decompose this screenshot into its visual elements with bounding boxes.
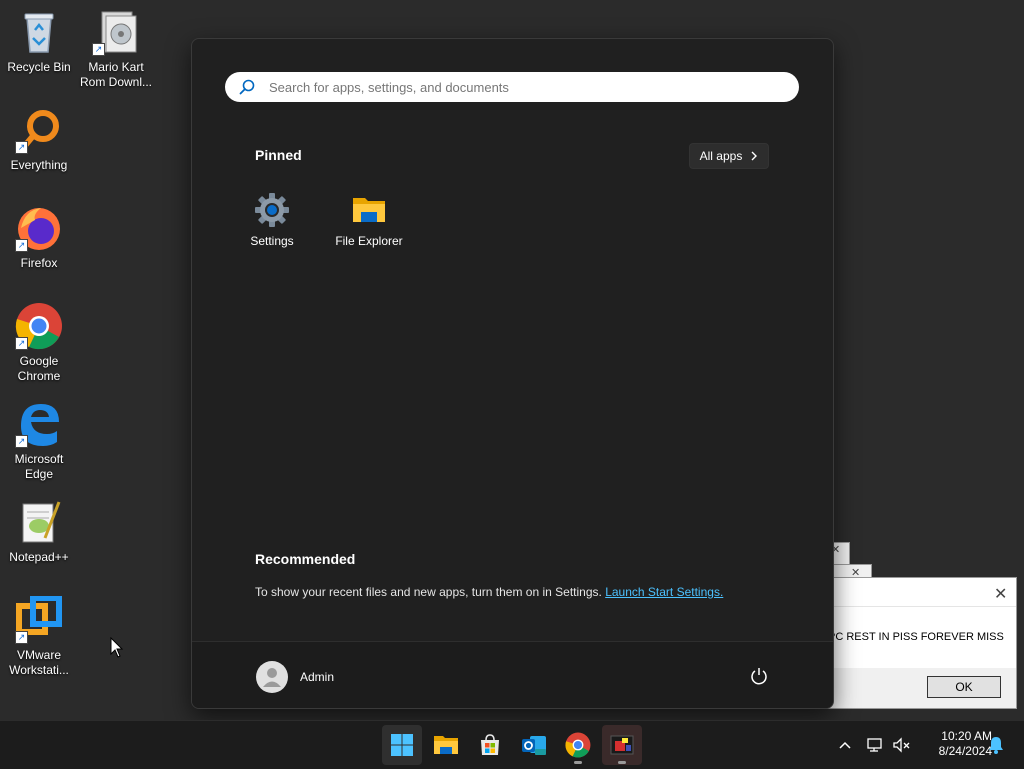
chevron-right-icon	[751, 151, 758, 161]
firefox-icon: ↗	[15, 204, 63, 252]
desktop-icon-mario-kart[interactable]: ↗ Mario Kart Rom Downl...	[78, 8, 154, 90]
installer-icon: ↗	[92, 8, 140, 56]
edge-icon: ↗	[15, 400, 63, 448]
power-icon[interactable]	[750, 667, 768, 685]
volume-button[interactable]	[892, 735, 912, 755]
desktop-icon-label: Notepad++	[9, 550, 69, 564]
taskbar-malware-app[interactable]	[602, 725, 642, 765]
launch-start-settings-link[interactable]: Launch Start Settings.	[605, 585, 723, 599]
desktop-icon-notepadpp[interactable]: Notepad++	[1, 498, 77, 565]
recommended-text: To show your recent files and new apps, …	[255, 585, 602, 599]
pinned-app-file-explorer[interactable]: File Explorer	[324, 192, 414, 248]
file-explorer-icon	[434, 736, 458, 754]
running-indicator	[618, 761, 626, 764]
taskbar-chrome[interactable]	[558, 725, 598, 765]
desktop-icon-label: Recycle Bin	[7, 60, 71, 74]
search-icon	[239, 79, 255, 95]
clock-time: 10:20 AM	[941, 729, 992, 743]
taskbar: 10:20 AM 8/24/2024	[0, 720, 1024, 769]
search-box[interactable]	[225, 72, 799, 102]
clock[interactable]: 10:20 AM 8/24/2024	[918, 729, 992, 759]
clock-date: 8/24/2024	[938, 744, 992, 758]
network-icon	[867, 738, 882, 752]
malware-app-icon	[610, 735, 634, 755]
shortcut-arrow-icon: ↗	[92, 43, 105, 56]
all-apps-label: All apps	[699, 149, 743, 163]
notepadpp-icon	[15, 498, 63, 546]
user-bar: Admin	[192, 641, 833, 708]
shortcut-arrow-icon: ↗	[15, 239, 28, 252]
desktop-icon-label: VMware Workstati...	[9, 648, 69, 677]
desktop-icon-label: Everything	[10, 158, 68, 172]
shortcut-arrow-icon: ↗	[15, 337, 28, 350]
folder-icon	[353, 198, 385, 222]
microsoft-store-icon	[481, 734, 499, 755]
running-indicator	[574, 761, 582, 764]
recycle-bin-icon	[15, 8, 63, 56]
network-status-button[interactable]	[866, 735, 886, 755]
desktop-icon-label: Google Chrome	[17, 354, 61, 383]
dialog-close-button[interactable]: ✕	[994, 584, 1007, 604]
pinned-app-settings[interactable]: Settings	[227, 192, 317, 248]
desktop-icon-chrome[interactable]: ↗ Google Chrome	[1, 302, 77, 384]
volume-muted-icon	[893, 737, 910, 753]
desktop-icon-label: Mario Kart Rom Downl...	[79, 60, 153, 89]
show-hidden-icons-button[interactable]	[835, 735, 855, 755]
shortcut-arrow-icon: ↗	[15, 435, 28, 448]
dialog-message: PC REST IN PISS FOREVER MISS	[828, 631, 1004, 643]
bell-icon	[989, 737, 1003, 754]
recommended-message: To show your recent files and new apps, …	[255, 585, 723, 599]
chrome-icon: ↗	[15, 302, 63, 350]
pinned-title: Pinned	[255, 147, 302, 163]
start-menu: Pinned All apps Settings	[191, 38, 834, 709]
avatar[interactable]	[256, 661, 288, 693]
vmware-icon: ↗	[15, 595, 63, 644]
chevron-up-icon	[839, 741, 851, 749]
outlook-icon	[522, 736, 546, 755]
pinned-app-label: Settings	[250, 234, 294, 248]
shortcut-arrow-icon: ↗	[15, 631, 28, 644]
start-icon	[391, 734, 413, 756]
gear-icon	[255, 193, 289, 227]
user-name[interactable]: Admin	[300, 670, 334, 684]
magnifier-icon: ↗	[15, 106, 63, 154]
desktop-icon-recycle-bin[interactable]: Recycle Bin	[1, 8, 77, 75]
all-apps-button[interactable]: All apps	[689, 143, 769, 169]
ok-button[interactable]: OK	[927, 676, 1001, 698]
start-button[interactable]	[382, 725, 422, 765]
taskbar-microsoft-store[interactable]	[470, 725, 510, 765]
pinned-app-label: File Explorer	[335, 234, 403, 248]
taskbar-file-explorer[interactable]	[426, 725, 466, 765]
desktop-icon-label: Firefox	[20, 256, 58, 270]
desktop-icon-everything[interactable]: ↗ Everything	[1, 106, 77, 173]
notification-button[interactable]	[986, 735, 1006, 755]
taskbar-outlook[interactable]	[514, 725, 554, 765]
user-icon	[263, 668, 281, 687]
chrome-icon	[565, 732, 591, 758]
mouse-cursor-icon	[110, 637, 124, 658]
desktop-icon-firefox[interactable]: ↗ Firefox	[1, 204, 77, 271]
search-input[interactable]	[267, 78, 771, 96]
desktop-icon-edge[interactable]: ↗ Microsoft Edge	[1, 400, 77, 482]
recommended-title: Recommended	[255, 551, 356, 567]
desktop-icon-label: Microsoft Edge	[14, 452, 64, 481]
shortcut-arrow-icon: ↗	[15, 141, 28, 154]
desktop-icon-vmware[interactable]: ↗ VMware Workstati...	[1, 595, 77, 678]
